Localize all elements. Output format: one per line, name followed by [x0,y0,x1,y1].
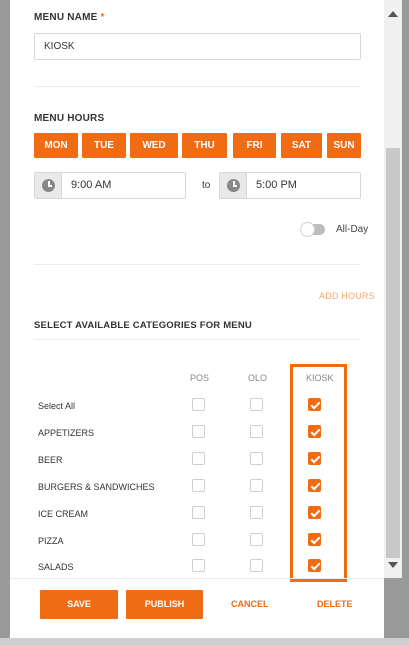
clock-icon [227,179,240,192]
row-label-pizza: PIZZA [38,536,64,546]
checkbox-salads-olo[interactable] [250,559,263,572]
menu-name-label: MENU NAME * [34,12,105,23]
day-button-wed[interactable]: WED [130,133,178,158]
scrollbar-thumb[interactable] [386,148,400,558]
checkbox-appetizers-olo[interactable] [250,425,263,438]
start-time-value: 9:00 AM [71,179,112,191]
divider [34,86,361,87]
row-label-burgers-sandwiches: BURGERS & SANDWICHES [38,482,155,492]
end-time-icon-box [220,173,247,198]
scroll-up-arrow-icon[interactable] [388,11,398,17]
checkbox-select-all-pos[interactable] [192,398,205,411]
divider [34,264,361,265]
start-time-input[interactable]: 9:00 AM [34,172,186,199]
save-button[interactable]: SAVE [40,590,118,619]
required-mark: * [100,12,105,23]
start-time-icon-box [35,173,62,198]
divider [34,339,361,340]
vertical-scrollbar[interactable] [384,0,402,578]
publish-button[interactable]: PUBLISH [126,590,203,619]
row-label-beer: BEER [38,455,63,465]
end-time-value: 5:00 PM [256,179,297,191]
menu-editor-panel: MENU NAME * KIOSK MENU HOURS MON TUE WED… [10,0,384,638]
cancel-button[interactable]: CANCEL [231,590,269,619]
column-header-pos: POS [190,373,210,383]
checkbox-salads-pos[interactable] [192,559,205,572]
time-range-to-label: to [202,180,211,191]
checkbox-ice-cream-pos[interactable] [192,506,205,519]
checkbox-ice-cream-olo[interactable] [250,506,263,519]
categories-section-label: SELECT AVAILABLE CATEGORIES FOR MENU [34,320,252,331]
checkbox-pizza-pos[interactable] [192,533,205,546]
checkbox-burgers-sandwiches-pos[interactable] [192,479,205,492]
all-day-toggle[interactable] [300,222,325,237]
row-label-salads: SALADS [38,562,74,572]
day-button-thu[interactable]: THU [182,133,227,158]
checkbox-burgers-sandwiches-olo[interactable] [250,479,263,492]
row-label-appetizers: APPETIZERS [38,428,95,438]
row-label-ice-cream: ICE CREAM [38,509,89,519]
add-hours-link[interactable]: ADD HOURS [319,291,375,301]
row-label-select-all: Select All [38,401,76,411]
end-time-input[interactable]: 5:00 PM [219,172,361,199]
menu-hours-label: MENU HOURS [34,113,105,124]
day-button-mon[interactable]: MON [34,133,78,158]
clock-icon [42,179,55,192]
checkbox-select-all-olo[interactable] [250,398,263,411]
checkbox-appetizers-pos[interactable] [192,425,205,438]
kiosk-column-highlight [290,364,347,578]
window-bottom-edge [0,638,409,645]
scroll-down-arrow-icon[interactable] [388,562,398,568]
checkbox-beer-olo[interactable] [250,452,263,465]
day-button-tue[interactable]: TUE [82,133,126,158]
menu-name-input[interactable]: KIOSK [34,33,361,60]
menu-form-scroll-area[interactable]: MENU NAME * KIOSK MENU HOURS MON TUE WED… [10,0,384,578]
checkbox-beer-pos[interactable] [192,452,205,465]
day-button-sat[interactable]: SAT [281,133,322,158]
toggle-knob [300,222,315,237]
kiosk-column-highlight-bottom [290,579,347,582]
checkbox-pizza-olo[interactable] [250,533,263,546]
column-header-olo: OLO [248,373,268,383]
all-day-label: All-Day [336,224,369,235]
delete-button[interactable]: DELETE [317,590,353,619]
day-button-fri[interactable]: FRI [233,133,276,158]
form-footer: SAVE PUBLISH CANCEL DELETE [10,578,384,638]
day-button-sun[interactable]: SUN [327,133,361,158]
